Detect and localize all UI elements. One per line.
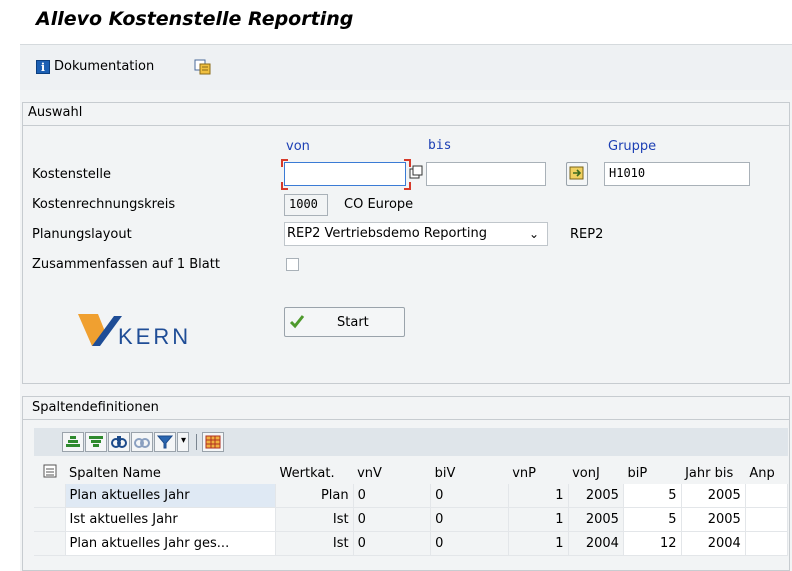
- cell-anp[interactable]: [745, 531, 789, 556]
- cell-spalten-name[interactable]: Plan aktuelles Jahr ges...: [65, 531, 277, 556]
- column-header-gruppe: Gruppe: [608, 139, 657, 154]
- cell-jahrbis[interactable]: 2005: [681, 484, 746, 508]
- group-navigation-icon: [569, 166, 584, 180]
- zusammenfassen-checkbox[interactable]: [286, 258, 299, 271]
- column-header[interactable]: vnP: [508, 462, 569, 484]
- planungslayout-select-value: REP2 Vertriebsdemo Reporting: [287, 226, 487, 241]
- gruppe-input[interactable]: H1010: [604, 162, 750, 186]
- spalten-group-title: Spaltendefinitionen: [32, 400, 159, 415]
- select-all-icon[interactable]: [34, 462, 66, 484]
- cell-bip[interactable]: 5: [623, 507, 682, 532]
- documentation-button[interactable]: Dokumentation: [54, 59, 154, 74]
- auswahl-group-title: Auswahl: [28, 105, 83, 120]
- copy-icon[interactable]: [194, 59, 212, 75]
- row-selector[interactable]: [34, 484, 66, 508]
- cell-anp[interactable]: [745, 507, 789, 532]
- cell-biv: 0: [430, 507, 509, 532]
- column-header[interactable]: vnV: [353, 462, 431, 484]
- row-selector[interactable]: [34, 531, 66, 556]
- group-navigation-button[interactable]: [566, 162, 588, 186]
- page-title: Allevo Kostenstelle Reporting: [36, 8, 354, 30]
- logo-text: KERN: [118, 324, 191, 348]
- column-header[interactable]: vonJ: [568, 462, 624, 484]
- column-header-bis: bis: [428, 138, 452, 153]
- find-icon: [111, 436, 127, 448]
- find-next-button[interactable]: [131, 432, 153, 452]
- focus-marker-icon: [281, 159, 411, 190]
- table-row[interactable]: Plan aktuelles Jahr ges... Ist 0 0 1 200…: [34, 531, 789, 556]
- column-header-von: von: [286, 139, 310, 154]
- cell-jahrbis[interactable]: 2004: [681, 531, 746, 556]
- zusammenfassen-label: Zusammenfassen auf 1 Blatt: [32, 257, 220, 272]
- sort-descending-icon: [89, 436, 103, 447]
- column-header[interactable]: Jahr bis: [681, 462, 746, 484]
- row-selector[interactable]: [34, 507, 66, 532]
- cell-wertkat: Ist: [275, 531, 354, 556]
- start-button[interactable]: Start: [284, 307, 405, 337]
- cell-spalten-name[interactable]: Ist aktuelles Jahr: [65, 507, 277, 532]
- filter-icon: [156, 435, 174, 449]
- spalten-table: Spalten Name Wertkat. vnV biV vnP vonJ b…: [34, 462, 789, 556]
- cell-vonj: 2005: [568, 507, 624, 532]
- cell-bip[interactable]: 5: [623, 484, 682, 508]
- column-header[interactable]: biP: [623, 462, 682, 484]
- kokrs-text: CO Europe: [344, 197, 414, 212]
- cell-spalten-name[interactable]: Plan aktuelles Jahr: [65, 484, 277, 508]
- layout-button[interactable]: [202, 432, 224, 452]
- multiple-selection-icon[interactable]: [409, 165, 423, 179]
- cell-jahrbis[interactable]: 2005: [681, 507, 746, 532]
- kern-logo: KERN: [78, 314, 191, 348]
- cell-biv: 0: [430, 531, 509, 556]
- cell-vonj: 2005: [568, 484, 624, 508]
- cell-bip[interactable]: 12: [623, 531, 682, 556]
- planungslayout-code: REP2: [570, 227, 604, 242]
- cell-anp[interactable]: [745, 484, 789, 508]
- check-icon: [289, 315, 305, 329]
- table-header-row: Spalten Name Wertkat. vnV biV vnP vonJ b…: [34, 462, 788, 484]
- filter-dropdown-button[interactable]: ▾: [177, 432, 189, 452]
- chevron-down-icon: ⌄: [529, 227, 540, 241]
- cell-wertkat: Ist: [275, 507, 354, 532]
- find-next-icon: [134, 438, 150, 448]
- find-button[interactable]: [108, 432, 130, 452]
- cell-vnv: 0: [353, 484, 432, 508]
- layout-icon: [205, 435, 221, 449]
- info-icon[interactable]: i: [36, 60, 50, 74]
- column-header[interactable]: Wertkat.: [275, 462, 354, 484]
- table-row[interactable]: Plan aktuelles Jahr Plan 0 0 1 2005 5 20…: [34, 484, 789, 508]
- kostenrechnungskreis-label: Kostenrechnungskreis: [32, 197, 176, 212]
- cell-vnp: 1: [508, 484, 569, 508]
- start-button-label: Start: [337, 315, 369, 330]
- dropdown-icon: ▾: [181, 435, 187, 446]
- planungslayout-select[interactable]: REP2 Vertriebsdemo Reporting ⌄: [284, 222, 548, 246]
- kokrs-field: 1000: [284, 194, 328, 216]
- column-header[interactable]: Spalten Name: [65, 462, 276, 484]
- sort-ascending-button[interactable]: [62, 432, 84, 452]
- cell-biv: 0: [430, 484, 509, 508]
- sort-ascending-icon: [66, 436, 80, 447]
- planungslayout-label: Planungslayout: [32, 227, 132, 242]
- kostenstelle-bis-input[interactable]: [426, 162, 546, 186]
- kostenstelle-label: Kostenstelle: [32, 167, 112, 182]
- table-row[interactable]: Ist aktuelles Jahr Ist 0 0 1 2005 5 2005: [34, 507, 789, 532]
- sort-descending-button[interactable]: [85, 432, 107, 452]
- column-header[interactable]: Anp: [745, 462, 788, 484]
- column-header[interactable]: biV: [430, 462, 509, 484]
- filter-button[interactable]: [154, 432, 176, 452]
- cell-vonj: 2004: [568, 531, 624, 556]
- cell-vnv: 0: [353, 507, 432, 532]
- cell-vnp: 1: [508, 531, 569, 556]
- cell-vnp: 1: [508, 507, 569, 532]
- cell-vnv: 0: [353, 531, 432, 556]
- cell-wertkat: Plan: [275, 484, 354, 508]
- toolbar-separator: [196, 434, 197, 450]
- auswahl-group-header: [23, 103, 789, 126]
